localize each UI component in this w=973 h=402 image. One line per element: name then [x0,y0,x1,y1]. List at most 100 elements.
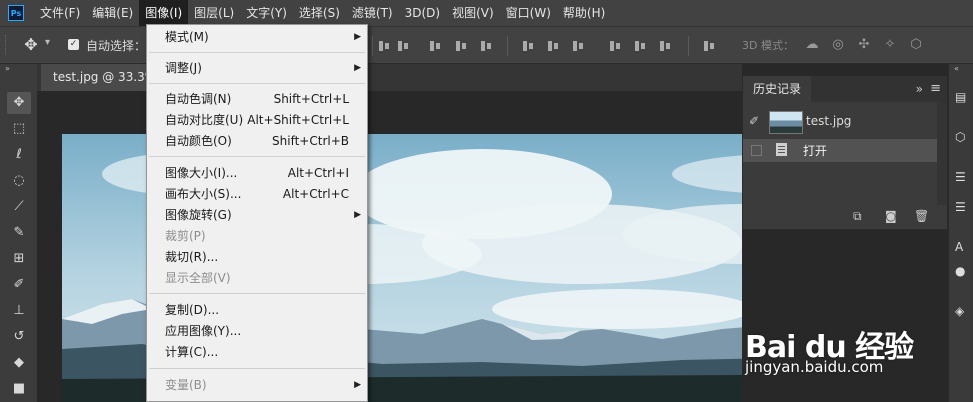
menu-view[interactable]: 视图(V) [446,0,500,26]
crop-tool-icon[interactable]: ⟋ [7,196,31,218]
history-panel-footer: ⧉ ◙ 🗑 [743,205,947,229]
align-left-icon[interactable] [429,39,441,53]
eyedropper-tool-icon[interactable]: ✎ [7,222,31,244]
distribute-horizontal-center-icon[interactable] [634,39,646,53]
brush-tool-icon[interactable]: ✐ [7,274,31,296]
distribute-bottom-icon[interactable] [572,39,584,53]
marquee-tool-icon[interactable]: ⬚ [7,118,31,140]
scale-3d-icon[interactable]: ⬡ [907,36,925,54]
move-tool-icon[interactable]: ✥ [7,92,31,114]
slide-3d-icon[interactable]: ✧ [881,36,899,54]
distribute-top-icon[interactable] [522,39,534,53]
menu-item-calculations[interactable]: 计算(C)... [147,342,367,363]
distribute-vertical-center-icon[interactable] [547,39,559,53]
properties-dock-icon[interactable]: ☰ [955,200,969,214]
menu-item-mode[interactable]: 模式(M) ▶ [147,27,367,48]
character-dock-icon[interactable]: A [955,240,969,254]
menu-item-image-size[interactable]: 图像大小(I)... Alt+Ctrl+I [147,163,367,184]
menu-item-adjustments[interactable]: 调整(J) ▶ [147,58,367,79]
menu-item-trim[interactable]: 裁切(R)... [147,247,367,268]
3d-dock-icon[interactable]: ⬡ [955,130,969,144]
menu-item-auto-color[interactable]: 自动颜色(O) Shift+Ctrl+B [147,131,367,152]
quick-select-tool-icon[interactable]: ◌ [7,170,31,192]
new-document-from-state-icon[interactable]: ⧉ [853,209,862,224]
menu-item-canvas-size[interactable]: 画布大小(S)... Alt+Ctrl+C [147,184,367,205]
history-state-checkbox[interactable] [751,145,762,156]
menu-separator [149,52,365,53]
menu-item-auto-contrast[interactable]: 自动对比度(U) Alt+Shift+Ctrl+L [147,110,367,131]
menu-item-shortcut: Shift+Ctrl+B [272,134,349,148]
menu-item-duplicate[interactable]: 复制(D)... [147,300,367,321]
submenu-arrow-icon: ▶ [354,380,361,390]
align-right-icon[interactable] [480,39,492,53]
watermark-url: jingyan.baidu.com [745,358,884,376]
document-icon [776,143,787,156]
menu-help[interactable]: 帮助(H) [557,0,611,26]
menu-type[interactable]: 文字(Y) [240,0,293,26]
options-bar-grip[interactable] [5,35,9,55]
adjustments-dock-icon[interactable]: ☰ [955,170,969,184]
menu-select[interactable]: 选择(S) [293,0,346,26]
submenu-arrow-icon: ▶ [354,32,361,42]
history-state-label: 打开 [803,144,828,158]
orbit-3d-icon[interactable]: ☁ [803,36,821,54]
menu-filter[interactable]: 滤镜(T) [346,0,399,26]
drag-3d-icon[interactable]: ✣ [855,36,873,54]
layers-dock-icon[interactable]: ◈ [955,304,969,318]
menu-edit[interactable]: 编辑(E) [86,0,139,26]
lasso-tool-icon[interactable]: ℓ [7,144,31,166]
auto-select-label: 自动选择： [86,39,147,53]
menu-separator [149,293,365,294]
align-horizontal-center-icon[interactable] [455,39,467,53]
history-state[interactable]: 打开 [743,139,937,162]
history-scrollbar[interactable] [937,102,947,205]
collapse-panel-icon[interactable]: » [916,82,923,96]
menu-layer[interactable]: 图层(L) [188,0,240,26]
toolbox: » ✥ ⬚ ℓ ◌ ⟋ ✎ ⊞ ✐ ⊥ ↺ ◆ ■ [0,64,38,402]
menu-file[interactable]: 文件(F) [34,0,86,26]
healing-brush-tool-icon[interactable]: ⊞ [7,248,31,270]
distribute-right-icon[interactable] [659,39,671,53]
history-dock-icon[interactable]: ▤ [955,90,969,104]
menu-item-shortcut: Alt+Shift+Ctrl+L [247,113,349,127]
canvas-area[interactable] [37,91,742,402]
distribute-left-icon[interactable] [609,39,621,53]
chevron-down-icon[interactable]: ▾ [45,37,50,48]
new-snapshot-camera-icon[interactable]: ◙ [885,209,897,223]
paragraph-dock-icon[interactable]: ● [955,264,969,278]
menu-item-label: 调整(J) [165,61,202,75]
history-panel: 历史记录 » ≡ ✐ test.jpg 打开 ⧉ ◙ 🗑 [742,75,948,230]
right-panel-dock: « ▤ ⬡ ☰ ☰ A ● ◈ [948,64,973,402]
document-tab[interactable]: test.jpg @ 33.3%( [41,64,151,91]
auto-select-checkbox[interactable]: ✓ [68,39,79,50]
menu-item-label: 裁切(R)... [165,250,219,264]
expand-toolbox-icon[interactable]: » [5,64,10,73]
move-tool-preset-icon[interactable]: ✥ [20,34,42,56]
history-brush-source-icon[interactable]: ✐ [749,114,759,128]
menu-item-auto-tone[interactable]: 自动色调(N) Shift+Ctrl+L [147,89,367,110]
history-panel-tab[interactable]: 历史记录 [743,76,812,102]
menu-3d[interactable]: 3D(D) [399,0,446,26]
panel-menu-icon[interactable]: ≡ [930,81,941,96]
menu-window[interactable]: 窗口(W) [500,0,557,26]
clone-stamp-tool-icon[interactable]: ⊥ [7,300,31,322]
trash-icon[interactable]: 🗑 [914,209,929,223]
eraser-tool-icon[interactable]: ◆ [7,352,31,374]
menu-item-shortcut: Alt+Ctrl+C [282,187,349,201]
menu-item-label: 变量(B) [165,378,207,392]
snapshot-name: test.jpg [806,114,852,128]
menu-image[interactable]: 图像(I) [139,0,189,26]
history-panel-header: 历史记录 » ≡ [743,76,947,102]
menu-separator [149,83,365,84]
menu-item-image-rotation[interactable]: 图像旋转(G) ▶ [147,205,367,226]
align-top-icon[interactable] [378,39,390,53]
gradient-tool-icon[interactable]: ■ [7,378,31,400]
expand-dock-icon[interactable]: « [954,64,959,73]
menu-item-crop: 裁剪(P) [147,226,367,247]
history-brush-tool-icon[interactable]: ↺ [7,326,31,348]
auto-align-layers-icon[interactable] [703,39,715,53]
align-vertical-center-icon[interactable] [397,39,409,53]
history-snapshot[interactable]: ✐ test.jpg [743,108,947,136]
roll-3d-icon[interactable]: ◎ [829,36,847,54]
menu-item-apply-image[interactable]: 应用图像(Y)... [147,321,367,342]
